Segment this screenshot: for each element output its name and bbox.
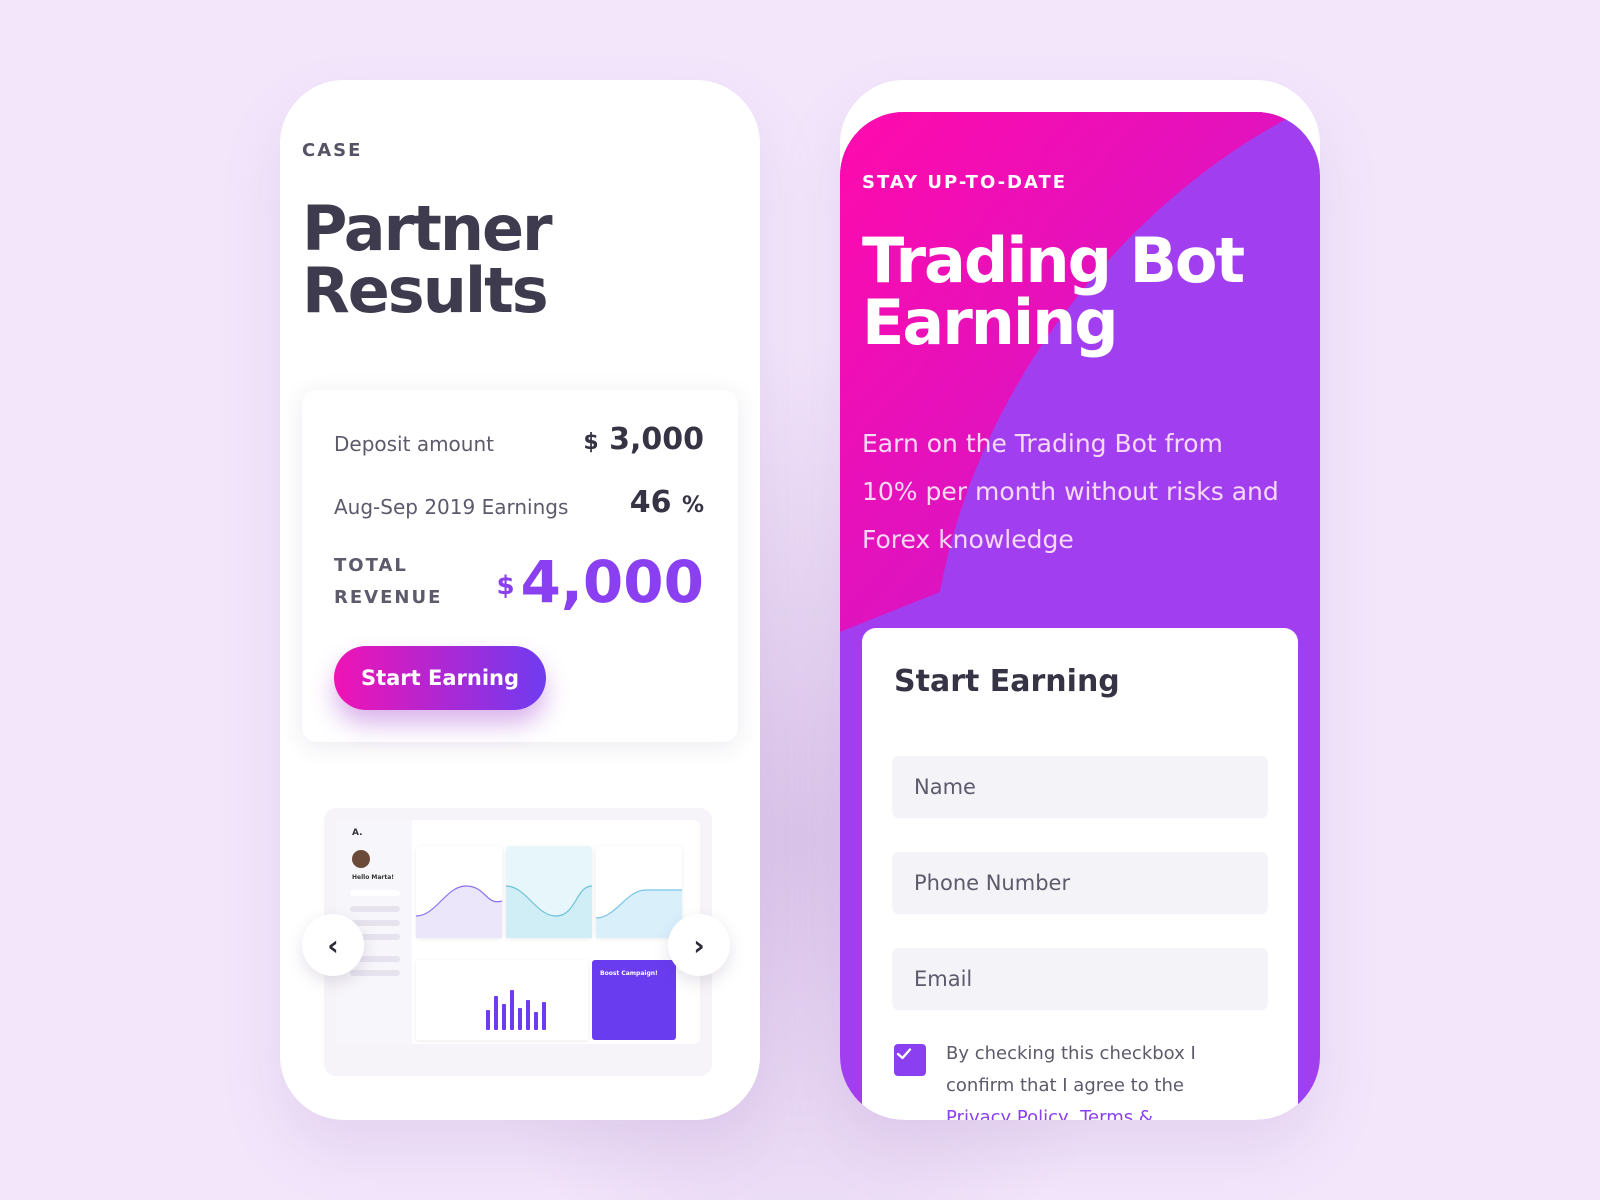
results-card: Deposit amount $ 3,000 Aug-Sep 2019 Earn… xyxy=(302,390,738,742)
privacy-policy-link[interactable]: Privacy Policy xyxy=(946,1107,1069,1120)
name-input[interactable] xyxy=(892,756,1268,818)
title-line-2: Results xyxy=(302,254,549,327)
preview-bar xyxy=(502,1004,506,1030)
total-currency: $ xyxy=(496,571,515,601)
preview-stat-tile xyxy=(595,846,682,938)
consent-text: By checking this checkbox I confirm that… xyxy=(946,1038,1246,1120)
preview-avatar xyxy=(352,850,370,868)
consent-body: By checking this checkbox I confirm that… xyxy=(946,1043,1196,1096)
deposit-value: $ 3,000 xyxy=(583,422,704,457)
total-label-line-1: TOTAL xyxy=(334,555,408,576)
preview-stat-tile xyxy=(415,846,503,938)
dashboard-preview-image: A. Hello Marta! Boost Campaign! xyxy=(324,808,712,1076)
email-input[interactable] xyxy=(892,948,1268,1010)
deposit-label: Deposit amount xyxy=(334,432,494,456)
preview-bar xyxy=(542,1002,546,1030)
earnings-label: Aug-Sep 2019 Earnings xyxy=(334,495,569,519)
preview-bar xyxy=(518,1008,522,1030)
preview-stat-tile xyxy=(505,846,593,938)
preview-bar xyxy=(510,990,514,1030)
total-amount: 4,000 xyxy=(520,548,704,616)
hero-title: Trading Bot Earning xyxy=(862,230,1302,354)
signup-form: Start Earning By checking this checkbox … xyxy=(862,628,1298,1120)
total-revenue-label: TOTAL REVENUE xyxy=(334,550,494,614)
preview-bar-chart xyxy=(416,960,588,1040)
start-earning-button[interactable]: Start Earning xyxy=(334,646,546,710)
earnings-amount: 46 xyxy=(629,485,672,520)
page-title: Partner Results xyxy=(302,198,722,322)
partner-results-screen: CASE Partner Results Deposit amount $ 3,… xyxy=(280,80,760,1120)
hero-description: Earn on the Trading Bot from 10% per mon… xyxy=(862,429,1279,554)
preview-area-chart xyxy=(415,885,503,938)
preview-nav-item xyxy=(350,906,400,912)
preview-area-chart xyxy=(595,889,682,938)
earnings-value: 46 % xyxy=(630,485,704,520)
earnings-unit: % xyxy=(681,493,704,518)
hero-section: STAY UP-TO-DATE Trading Bot Earning Earn… xyxy=(840,112,1320,1120)
hero-title-line-2: Earning xyxy=(862,286,1119,359)
preview-area-chart xyxy=(505,885,593,938)
deposit-currency: $ xyxy=(583,430,599,455)
stay-up-to-date-eyebrow: STAY UP-TO-DATE xyxy=(862,172,1068,193)
preview-promo-card: Boost Campaign! xyxy=(592,960,676,1040)
trading-bot-screen: STAY UP-TO-DATE Trading Bot Earning Earn… xyxy=(840,80,1320,1120)
preview-nav-item xyxy=(350,970,400,976)
phone-number-input[interactable] xyxy=(892,852,1268,914)
carousel-prev-button[interactable]: ‹ xyxy=(302,914,364,976)
total-label-line-2: REVENUE xyxy=(334,587,443,608)
preview-nav-item xyxy=(350,890,400,896)
preview-bar xyxy=(494,996,498,1030)
terms-link[interactable]: Terms & xyxy=(1080,1107,1153,1120)
case-eyebrow: CASE xyxy=(302,140,363,161)
form-title: Start Earning xyxy=(894,664,1120,699)
checkmark-icon xyxy=(896,1048,912,1060)
deposit-amount: 3,000 xyxy=(609,422,704,457)
consent-checkbox[interactable] xyxy=(894,1044,926,1076)
total-revenue-value: $4,000 xyxy=(496,548,704,616)
preview-greeting: Hello Marta! xyxy=(352,874,395,881)
preview-screen: A. Hello Marta! Boost Campaign! xyxy=(336,820,700,1044)
preview-bar xyxy=(486,1010,490,1030)
preview-logo: A. xyxy=(352,828,363,838)
carousel-next-button[interactable]: › xyxy=(668,914,730,976)
chevron-right-icon: › xyxy=(693,928,705,962)
preview-bar xyxy=(526,1000,530,1030)
chevron-left-icon: ‹ xyxy=(327,928,339,962)
preview-promo-text: Boost Campaign! xyxy=(600,970,658,977)
preview-bar xyxy=(534,1012,538,1030)
